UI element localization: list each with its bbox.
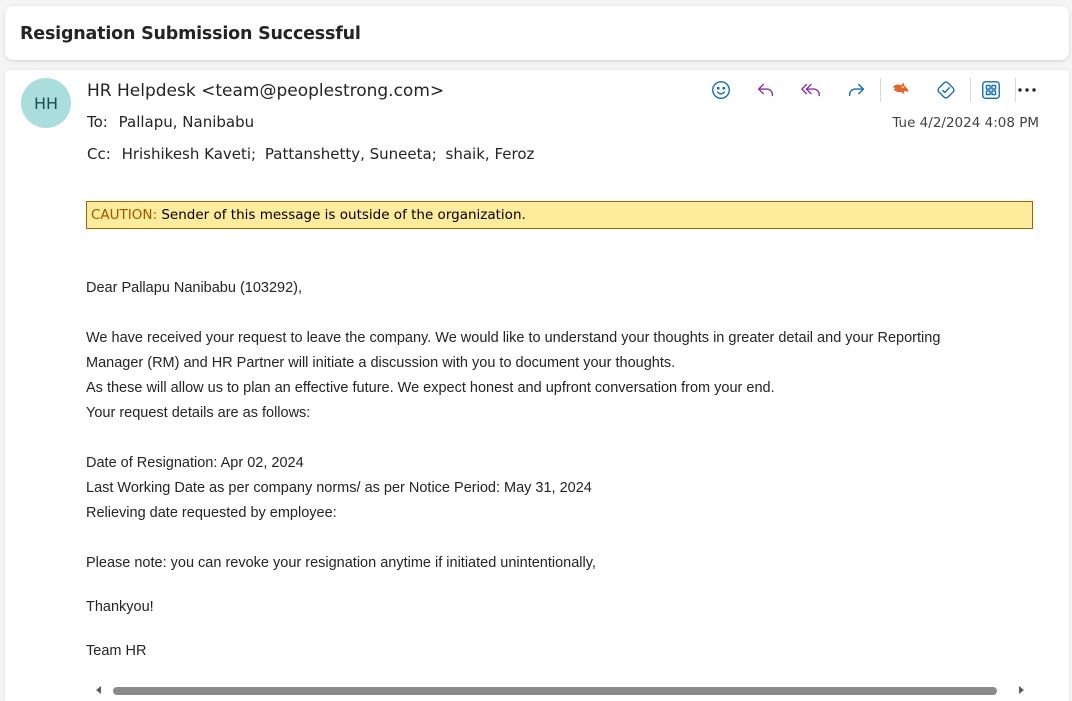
body-paragraph-line: Manager (RM) and HR Partner will initiat… [86,355,676,371]
toolbar-divider [970,78,971,102]
revoke-note: Please note: you can revoke your resigna… [86,555,596,571]
message-pane: HH HR Helpdesk <team@peoplestrong.com> T… [5,70,1069,701]
body-paragraph-line: We have received your request to leave t… [86,330,941,346]
to-label: To: [87,113,108,131]
more-icon [1018,88,1036,92]
detail-resignation-date: Date of Resignation: Apr 02, 2024 [86,455,304,471]
sender-name[interactable]: HR Helpdesk <team@peoplestrong.com> [87,81,444,101]
more-actions-button[interactable] [1009,76,1045,104]
emoji-icon [712,81,730,99]
caution-text: Sender of this message is outside of the… [157,207,526,223]
signoff: Team HR [86,643,147,659]
reply-button[interactable] [749,74,783,106]
report-phishing-button[interactable] [884,74,918,106]
cc-recipient[interactable]: shaik, Feroz [446,145,535,163]
toolbar-divider [880,78,881,102]
report-phishing-icon [892,82,909,95]
body-paragraph-line: As these will allow us to plan an effect… [86,380,775,396]
thanks-line: Thankyou! [86,599,154,615]
apps-icon [982,81,1000,99]
forward-icon [848,83,865,97]
apps-button[interactable] [974,74,1008,106]
to-recipient[interactable]: Pallapu, Nanibabu [119,113,254,131]
cc-line: Cc: Hrishikesh Kaveti; Pattanshetty, Sun… [87,145,538,163]
cc-label: Cc: [87,145,111,163]
reply-all-icon [801,83,820,97]
cc-recipient[interactable]: Hrishikesh Kaveti; [122,145,257,163]
greeting: Dear Pallapu Nanibabu (103292), [86,280,303,296]
scroll-thumb[interactable] [113,687,997,695]
horizontal-scrollbar[interactable] [90,681,1030,701]
to-line: To: Pallapu, Nanibabu [87,113,254,131]
sticker-icon [937,81,955,99]
detail-last-working-date: Last Working Date as per company norms/ … [86,480,592,496]
caution-keyword: CAUTION: [91,207,158,223]
reply-icon [757,83,774,97]
sticker-button[interactable] [929,74,963,106]
body-paragraph-line: Your request details are as follows: [86,405,311,421]
scroll-right-arrow[interactable] [1019,686,1024,694]
forward-button[interactable] [839,74,873,106]
sender-avatar[interactable]: HH [21,78,71,128]
email-subject: Resignation Submission Successful [20,24,361,44]
scroll-left-arrow[interactable] [96,686,101,694]
external-sender-banner: CAUTION: Sender of this message is outsi… [86,201,1033,229]
subject-bar: Resignation Submission Successful [5,6,1069,60]
reply-all-button[interactable] [794,74,828,106]
message-toolbar [704,74,1019,106]
detail-relieving-date: Relieving date requested by employee: [86,505,337,521]
cc-recipient[interactable]: Pattanshetty, Suneeta; [265,145,437,163]
sent-timestamp: Tue 4/2/2024 4:08 PM [892,115,1039,131]
emoji-button[interactable] [704,74,738,106]
